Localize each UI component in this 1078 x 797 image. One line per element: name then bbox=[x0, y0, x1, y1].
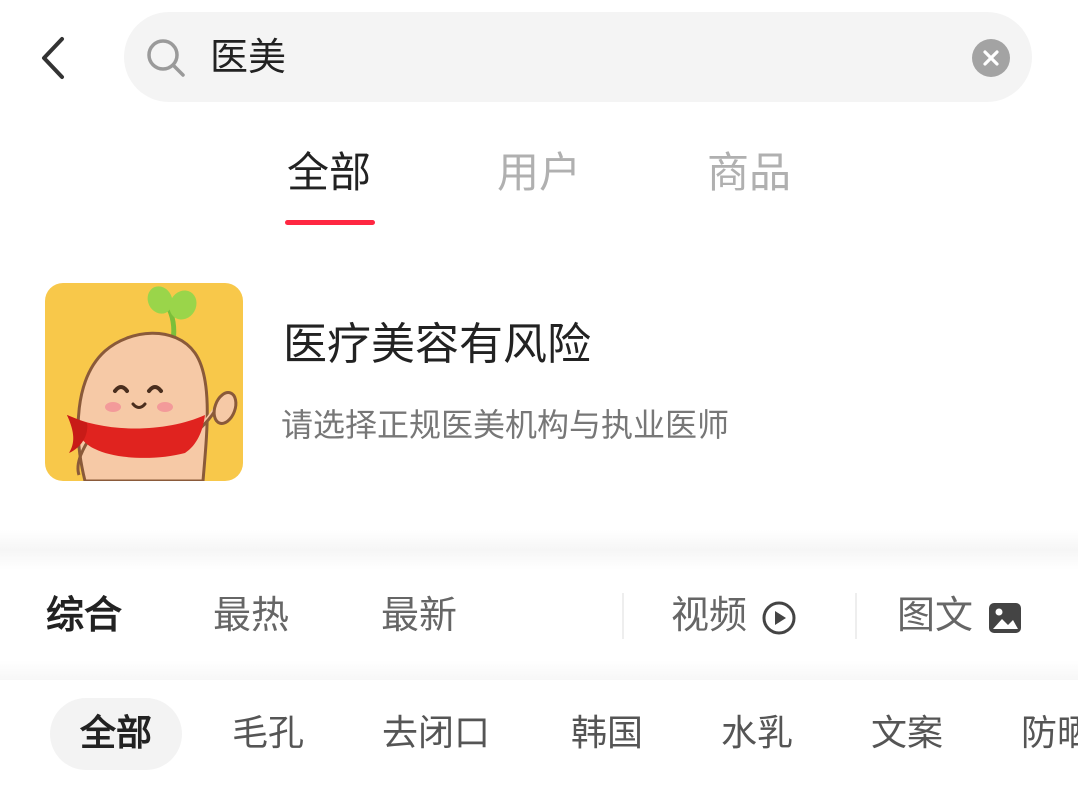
filter-image-text-label: 图文 bbox=[897, 593, 974, 637]
clear-icon bbox=[983, 50, 999, 66]
chip-blackheads[interactable]: 去闭口 bbox=[382, 698, 490, 770]
filter-video-label: 视频 bbox=[671, 593, 748, 637]
back-button[interactable] bbox=[28, 28, 78, 88]
sort-hottest[interactable]: 最热 bbox=[213, 587, 289, 643]
clear-search-button[interactable] bbox=[972, 39, 1010, 77]
chip-copywriting[interactable]: 文案 bbox=[871, 698, 943, 770]
chip-korea[interactable]: 韩国 bbox=[571, 698, 643, 770]
chip-pores[interactable]: 毛孔 bbox=[232, 698, 304, 770]
sort-bar: 综合 最热 最新 视频 图文 bbox=[0, 575, 1078, 655]
banner-title: 医疗美容有风险 bbox=[283, 319, 591, 370]
mascot-image bbox=[45, 283, 243, 481]
chip-sunscreen[interactable]: 防晒 bbox=[1021, 698, 1078, 770]
filter-video[interactable]: 视频 bbox=[671, 587, 797, 643]
search-input[interactable]: 医美 bbox=[210, 32, 286, 82]
sort-newest[interactable]: 最新 bbox=[381, 587, 457, 643]
section-divider bbox=[0, 530, 1078, 570]
risk-warning-banner[interactable]: 医疗美容有风险 请选择正规医美机构与执业医师 bbox=[45, 283, 1045, 483]
active-tab-indicator bbox=[285, 220, 375, 225]
play-circle-icon bbox=[762, 601, 796, 634]
chip-all[interactable]: 全部 bbox=[50, 698, 183, 770]
image-icon bbox=[989, 602, 1022, 633]
section-divider bbox=[0, 660, 1078, 680]
tab-products[interactable]: 商品 bbox=[707, 140, 791, 206]
search-bar[interactable]: 医美 bbox=[124, 12, 1032, 102]
sort-comprehensive[interactable]: 综合 bbox=[46, 587, 122, 643]
filter-image-text[interactable]: 图文 bbox=[897, 587, 1023, 643]
result-tabs: 全部 用户 商品 bbox=[0, 140, 1078, 230]
back-arrow-icon bbox=[42, 37, 64, 79]
chip-toner-lotion[interactable]: 水乳 bbox=[721, 698, 793, 770]
tab-all[interactable]: 全部 bbox=[287, 140, 371, 206]
banner-subtitle: 请选择正规医美机构与执业医师 bbox=[281, 406, 730, 444]
divider bbox=[855, 593, 857, 639]
search-icon bbox=[147, 39, 185, 77]
filter-chips: 全部 毛孔 去闭口 韩国 水乳 文案 防晒 bbox=[0, 690, 1078, 780]
tab-users[interactable]: 用户 bbox=[497, 140, 581, 206]
divider bbox=[622, 593, 624, 639]
